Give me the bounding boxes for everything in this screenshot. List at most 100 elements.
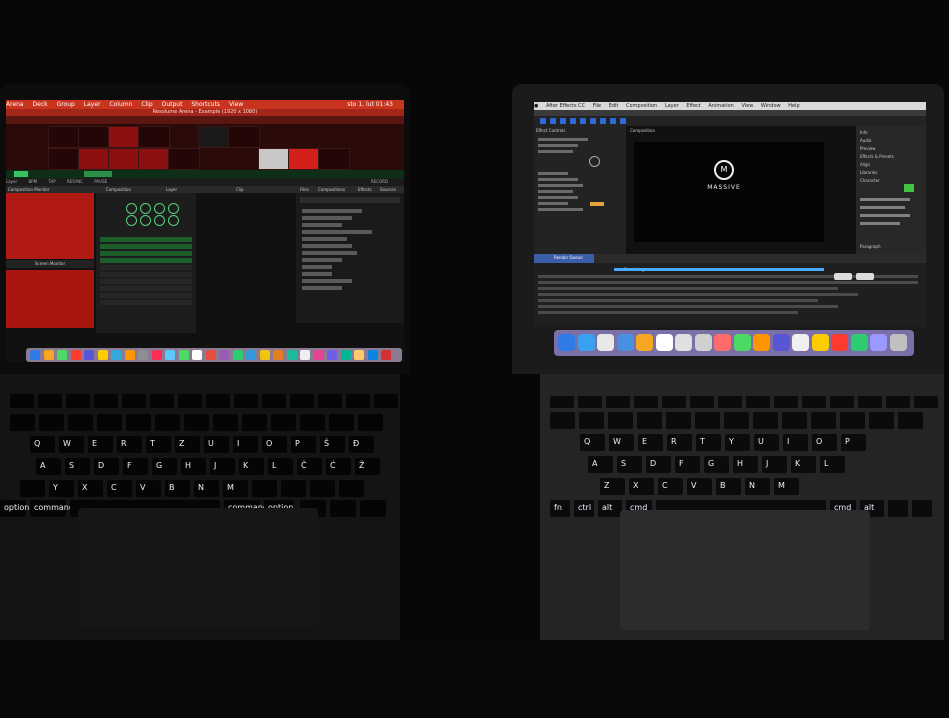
panel-title[interactable]: Compositions	[318, 186, 345, 193]
apple-icon[interactable]: ●	[534, 103, 538, 109]
render-row[interactable]	[538, 287, 838, 290]
keyboard-key[interactable]	[68, 414, 93, 431]
menu-app[interactable]: After Effects CC	[546, 103, 585, 109]
dock-app-icon[interactable]	[577, 334, 595, 351]
keyboard-key[interactable]: M	[774, 478, 799, 495]
keyboard-key[interactable]	[20, 480, 45, 497]
keyboard-key[interactable]	[234, 394, 258, 408]
keyboard-key[interactable]	[242, 414, 267, 431]
panel-info[interactable]: Info	[860, 130, 868, 135]
keyboard-key[interactable]: B	[716, 478, 741, 495]
keyboard-key[interactable]: N	[194, 480, 219, 497]
file-item[interactable]	[302, 251, 357, 255]
resync-button[interactable]: RESYNC	[67, 179, 83, 184]
right-trackpad[interactable]	[620, 510, 870, 630]
keyboard-key[interactable]	[178, 394, 202, 408]
dock-app-icon[interactable]	[675, 334, 692, 351]
keyboard-key[interactable]: A	[36, 458, 61, 475]
render-queue-tab-label[interactable]: Render Queue	[554, 255, 583, 260]
keyboard-key[interactable]: Č	[297, 458, 322, 475]
keyboard-key[interactable]: L	[820, 456, 845, 473]
panel-title[interactable]: Sources	[380, 186, 396, 193]
keyboard-key[interactable]: M	[223, 480, 248, 497]
dock-app-icon[interactable]	[870, 334, 887, 351]
dock-app-icon[interactable]	[286, 350, 297, 360]
parameter-row[interactable]	[100, 279, 192, 284]
keyboard-key[interactable]: Z	[175, 436, 200, 453]
keyboard-key[interactable]	[718, 396, 742, 408]
file-item[interactable]	[302, 279, 352, 283]
dock-app-icon[interactable]	[792, 334, 809, 351]
dial-knob[interactable]	[140, 203, 151, 214]
dial-knob[interactable]	[168, 215, 179, 226]
keyboard-key[interactable]: O	[812, 434, 837, 451]
parameter-row[interactable]	[100, 258, 192, 263]
keyboard-key[interactable]	[300, 414, 325, 431]
keyboard-key[interactable]	[802, 396, 826, 408]
clip-thumbnail[interactable]	[78, 126, 110, 148]
keyboard-key[interactable]: Ć	[326, 458, 351, 475]
menu-file[interactable]: File	[593, 103, 601, 109]
dock-app-icon[interactable]	[381, 350, 391, 360]
pause-button[interactable]: PAUSE	[94, 179, 107, 184]
keyboard-key[interactable]: Q	[30, 436, 55, 453]
property-row[interactable]	[860, 222, 900, 225]
dock-app-icon[interactable]	[138, 350, 148, 360]
keyboard-key[interactable]: command	[30, 500, 74, 517]
keyboard-key[interactable]	[310, 480, 335, 497]
dock-app-icon[interactable]	[111, 350, 121, 360]
panel-title[interactable]: Layer	[166, 186, 177, 193]
dock-app-icon[interactable]	[558, 334, 575, 351]
panel-libraries[interactable]: Libraries	[860, 170, 877, 175]
selection-tool-icon[interactable]	[540, 118, 546, 124]
left-trackpad[interactable]	[78, 508, 318, 628]
menu-composition[interactable]: Composition	[626, 103, 657, 109]
pause-button[interactable]	[856, 273, 874, 280]
keyboard-key[interactable]	[262, 394, 286, 408]
keyboard-key[interactable]	[10, 394, 34, 408]
keyboard-key[interactable]: G	[152, 458, 177, 475]
panel-character[interactable]: Character	[860, 178, 880, 183]
keyboard-key[interactable]: J	[210, 458, 235, 475]
dock-app-icon[interactable]	[151, 350, 162, 360]
render-row[interactable]	[538, 281, 918, 284]
keyboard-key[interactable]: W	[609, 434, 634, 451]
property-row[interactable]	[860, 214, 910, 217]
keyboard-key[interactable]	[122, 394, 146, 408]
menu-view[interactable]: View	[741, 103, 753, 109]
keyboard-key[interactable]: F	[675, 456, 700, 473]
keyboard-key[interactable]: A	[588, 456, 613, 473]
parameter-row[interactable]	[100, 244, 192, 249]
menu-effect[interactable]: Effect	[686, 103, 700, 109]
keyboard-key[interactable]: X	[629, 478, 654, 495]
panel-title[interactable]: Composition	[106, 186, 131, 193]
menu-app[interactable]: Arena	[6, 101, 24, 108]
keyboard-key[interactable]	[290, 394, 314, 408]
file-item[interactable]	[302, 244, 352, 248]
menu-edit[interactable]: Edit	[609, 103, 619, 109]
dock-app-icon[interactable]	[219, 350, 229, 360]
parameter-row[interactable]	[100, 237, 192, 242]
angle-dial[interactable]	[589, 156, 600, 167]
hand-tool-icon[interactable]	[550, 118, 556, 124]
effect-row[interactable]	[538, 172, 568, 175]
keyboard-key[interactable]	[830, 396, 854, 408]
effect-row[interactable]	[538, 202, 568, 205]
property-row[interactable]	[860, 198, 910, 201]
dock-app-icon[interactable]	[313, 350, 324, 360]
dock-app-icon[interactable]	[97, 350, 108, 360]
file-item[interactable]	[302, 230, 372, 234]
effect-row[interactable]	[538, 190, 573, 193]
keyboard-key[interactable]	[346, 394, 370, 408]
keyboard-key[interactable]	[869, 412, 894, 429]
keyboard-key[interactable]: S	[65, 458, 90, 475]
dock-app-icon[interactable]	[831, 334, 848, 351]
menu-help[interactable]: Help	[788, 103, 799, 109]
keyboard-key[interactable]	[724, 412, 749, 429]
dock-app-icon[interactable]	[192, 350, 202, 360]
panel-preview[interactable]: Preview	[860, 146, 876, 151]
keyboard-key[interactable]	[579, 412, 604, 429]
keyboard-key[interactable]: Y	[49, 480, 74, 497]
dock-app-icon[interactable]	[232, 350, 243, 360]
panel-audio[interactable]: Audio	[860, 138, 871, 143]
